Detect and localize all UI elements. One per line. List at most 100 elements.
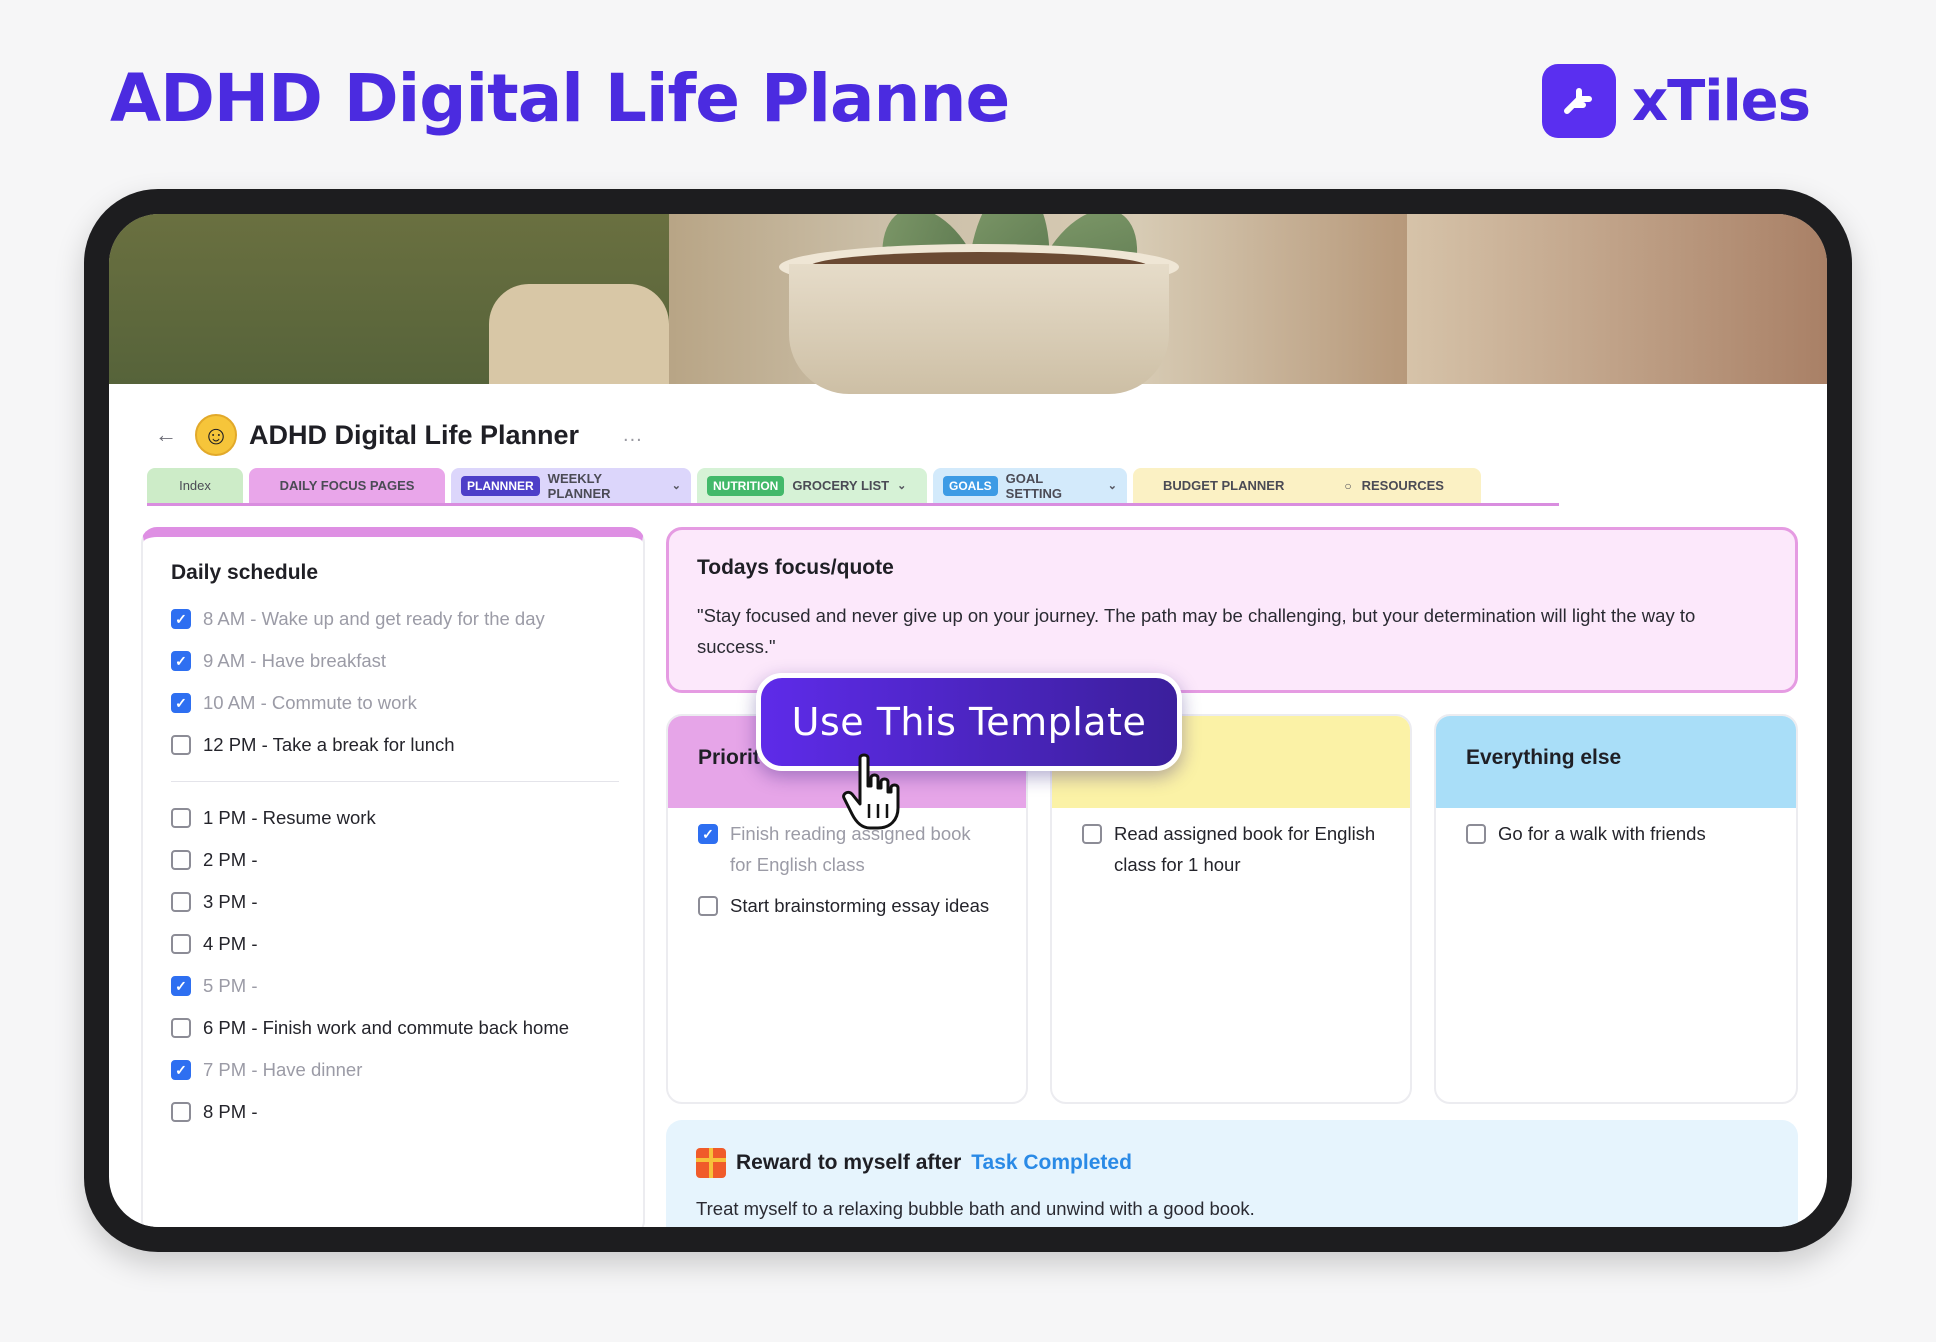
chevron-down-icon[interactable]: ⌄ <box>897 479 906 492</box>
schedule-item[interactable]: 6 PM - Finish work and commute back home <box>171 1012 619 1054</box>
daily-schedule-title: Daily schedule <box>171 561 319 584</box>
schedule-item[interactable]: 4 PM - <box>171 928 619 970</box>
tab-daily-focus-pages[interactable]: DAILY FOCUS PAGES <box>249 468 445 503</box>
tab-badge: PLANNNER <box>461 475 540 496</box>
gift-icon <box>696 1148 726 1178</box>
column-title: Everything else <box>1466 746 1622 769</box>
tab-budget-planner[interactable]: BUDGET PLANNER ○ RESOURCES <box>1133 468 1481 503</box>
focus-quote-text: "Stay focused and never give up on your … <box>697 605 1696 657</box>
hero-image <box>109 214 1827 394</box>
reward-card: Reward to myself after Task Completed Tr… <box>666 1120 1798 1227</box>
halo-smiley-icon: ☺ <box>195 414 237 456</box>
reward-title: Reward to myself after Task Completed <box>696 1148 1768 1178</box>
chevron-down-icon[interactable]: ⌄ <box>1108 479 1117 492</box>
checkbox-icon[interactable] <box>698 896 718 916</box>
task-completed-link[interactable]: Task Completed <box>971 1151 1132 1175</box>
schedule-item-text: 2 PM - <box>203 849 258 870</box>
back-arrow-icon[interactable]: ← <box>155 422 195 448</box>
schedule-item[interactable]: ✓ 5 PM - <box>171 970 619 1012</box>
circle-icon: ○ <box>1344 478 1352 493</box>
tab-index[interactable]: Index <box>147 468 243 503</box>
schedule-group-morning: ✓ 8 AM - Wake up and get ready for the da… <box>171 603 619 771</box>
schedule-item-text: 12 PM - Take a break for lunch <box>203 734 455 755</box>
checkbox-icon[interactable] <box>171 808 191 828</box>
schedule-item-text: 8 AM - Wake up and get ready for the day <box>203 608 545 629</box>
more-options-icon[interactable]: ... <box>623 424 643 447</box>
focus-quote-card: Todays focus/quote "Stay focused and nev… <box>666 527 1798 693</box>
schedule-group-afternoon: 1 PM - Resume work 2 PM - 3 PM - 4 PM - … <box>171 802 619 1138</box>
tab-weekly-planner[interactable]: PLANNNER WEEKLY PLANNER ⌄ <box>451 468 691 503</box>
tab-goal-setting[interactable]: GOALS GOAL SETTING ⌄ <box>933 468 1127 503</box>
hand-pointer-icon <box>842 753 900 830</box>
tab-badge: GOALS <box>943 475 998 496</box>
chevron-down-icon[interactable]: ⌄ <box>672 479 681 492</box>
tab-bar: Index DAILY FOCUS PAGES PLANNNER WEEKLY … <box>147 468 1559 506</box>
checkbox-icon[interactable] <box>171 1018 191 1038</box>
tab-label: BUDGET PLANNER <box>1163 478 1285 493</box>
checkbox-icon[interactable] <box>171 735 191 755</box>
tab-resources[interactable]: ○ RESOURCES <box>1344 478 1444 493</box>
checkbox-icon[interactable] <box>1466 824 1486 844</box>
checkbox-checked-icon[interactable]: ✓ <box>171 609 191 629</box>
tab-label: GOAL SETTING <box>1005 470 1063 501</box>
brand[interactable]: xTiles <box>1541 64 1811 138</box>
task-item[interactable]: Go for a walk with friends <box>1466 818 1766 860</box>
page-headline: ADHD Digital Life Planne <box>110 60 1010 137</box>
task-item-text: Start brainstorming essay ideas <box>730 895 990 916</box>
checkbox-checked-icon[interactable]: ✓ <box>171 651 191 671</box>
tab-grocery-list[interactable]: NUTRITION GROCERY LIST ⌄ <box>697 468 927 503</box>
reward-title-prefix: Reward to myself after <box>736 1151 962 1174</box>
checkbox-checked-icon[interactable]: ✓ <box>171 976 191 996</box>
schedule-item[interactable]: ✓ 8 AM - Wake up and get ready for the da… <box>171 603 619 645</box>
schedule-item-text: 9 AM - Have breakfast <box>203 650 387 671</box>
column-body: ✓ Finish reading assigned book for Englis… <box>668 808 1026 972</box>
divider <box>171 781 619 782</box>
schedule-item-text: 7 PM - Have dinner <box>203 1059 363 1080</box>
checkbox-checked-icon[interactable]: ✓ <box>171 693 191 713</box>
schedule-item-text: 4 PM - <box>203 933 258 954</box>
schedule-item-text: 1 PM - Resume work <box>203 807 376 828</box>
schedule-item[interactable]: 12 PM - Take a break for lunch <box>171 729 619 771</box>
checkbox-checked-icon[interactable]: ✓ <box>698 824 718 844</box>
tab-label: Index <box>179 478 211 493</box>
task-item[interactable]: Read assigned book for English class for… <box>1082 818 1380 890</box>
tab-label: GROCERY LIST <box>792 478 890 493</box>
schedule-item-text: 8 PM - <box>203 1101 258 1122</box>
task-item-text: Read assigned book for English class for… <box>1114 823 1376 875</box>
use-template-button[interactable]: Use This Template <box>756 673 1182 771</box>
schedule-item[interactable]: 1 PM - Resume work <box>171 802 619 844</box>
schedule-item[interactable]: ✓ 9 AM - Have breakfast <box>171 645 619 687</box>
checkbox-icon[interactable] <box>171 934 191 954</box>
schedule-item-text: 3 PM - <box>203 891 258 912</box>
tab-label: DAILY FOCUS PAGES <box>279 478 415 493</box>
daily-schedule-card: Daily schedule ✓ 8 AM - Wake up and get r… <box>141 527 645 1227</box>
middle-priority-card: Read assigned book for English class for… <box>1050 714 1412 1104</box>
task-item-text: Go for a walk with friends <box>1498 823 1706 844</box>
schedule-item[interactable]: 8 PM - <box>171 1096 619 1138</box>
column-header: Everything else <box>1436 716 1796 808</box>
schedule-item[interactable]: ✓ 10 AM - Commute to work <box>171 687 619 729</box>
reward-body: Treat myself to a relaxing bubble bath a… <box>696 1198 1255 1219</box>
xtiles-logo-icon <box>1541 64 1616 138</box>
column-body: Go for a walk with friends <box>1436 808 1796 870</box>
document-header: ← ☺ ADHD Digital Life Planner ... <box>155 414 643 456</box>
tab-label: RESOURCES <box>1361 478 1444 493</box>
checkbox-icon[interactable] <box>171 1102 191 1122</box>
column-body: Read assigned book for English class for… <box>1052 808 1410 900</box>
schedule-item-text: 10 AM - Commute to work <box>203 692 417 713</box>
schedule-item-text: 5 PM - <box>203 975 258 996</box>
tab-badge: NUTRITION <box>707 475 785 496</box>
schedule-item[interactable]: 3 PM - <box>171 886 619 928</box>
checkbox-icon[interactable] <box>1082 824 1102 844</box>
schedule-item[interactable]: ✓ 7 PM - Have dinner <box>171 1054 619 1096</box>
tab-label: WEEKLY PLANNER <box>547 470 611 501</box>
schedule-item[interactable]: 2 PM - <box>171 844 619 886</box>
focus-title: Todays focus/quote <box>697 556 894 579</box>
checkbox-icon[interactable] <box>171 850 191 870</box>
checkbox-icon[interactable] <box>171 892 191 912</box>
checkbox-checked-icon[interactable]: ✓ <box>171 1060 191 1080</box>
brand-name: xTiles <box>1631 68 1811 134</box>
document-title: ADHD Digital Life Planner <box>249 419 580 450</box>
everything-else-card: Everything else Go for a walk with frien… <box>1434 714 1798 1104</box>
task-item[interactable]: Start brainstorming essay ideas <box>698 890 996 962</box>
